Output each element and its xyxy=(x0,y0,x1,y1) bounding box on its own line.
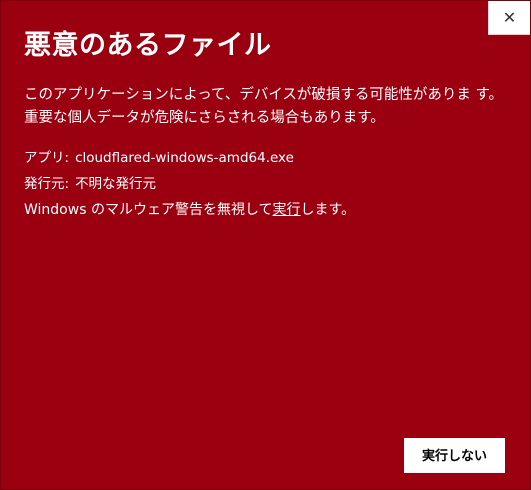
run-anyway-prefix: Windows のマルウェア警告を無視して xyxy=(24,202,273,218)
app-label: アプリ: xyxy=(24,150,70,166)
publisher-value: 不明な発行元 xyxy=(75,176,157,192)
run-anyway-text: Windows のマルウェア警告を無視して実行します。 xyxy=(24,199,355,219)
dont-run-button[interactable]: 実行しない xyxy=(404,438,505,473)
close-button[interactable]: ✕ xyxy=(488,1,530,35)
publisher-info-row: 発行元: 不明な発行元 xyxy=(24,172,156,192)
close-icon: ✕ xyxy=(502,8,517,27)
run-anyway-suffix: します。 xyxy=(300,202,356,218)
app-value: cloudflared-windows-amd64.exe xyxy=(75,150,294,166)
smartscreen-warning-dialog: ✕ 悪意のあるファイル このアプリケーションによって、デバイスが破損する可能性が… xyxy=(0,0,531,490)
publisher-label: 発行元: xyxy=(24,176,70,192)
app-info-row: アプリ: cloudflared-windows-amd64.exe xyxy=(24,146,294,166)
dialog-title: 悪意のあるファイル xyxy=(24,30,272,61)
run-anyway-link[interactable]: 実行 xyxy=(273,202,301,218)
warning-description: このアプリケーションによって、デバイスが破損する可能性がありま す。重要な個人デ… xyxy=(24,87,504,126)
